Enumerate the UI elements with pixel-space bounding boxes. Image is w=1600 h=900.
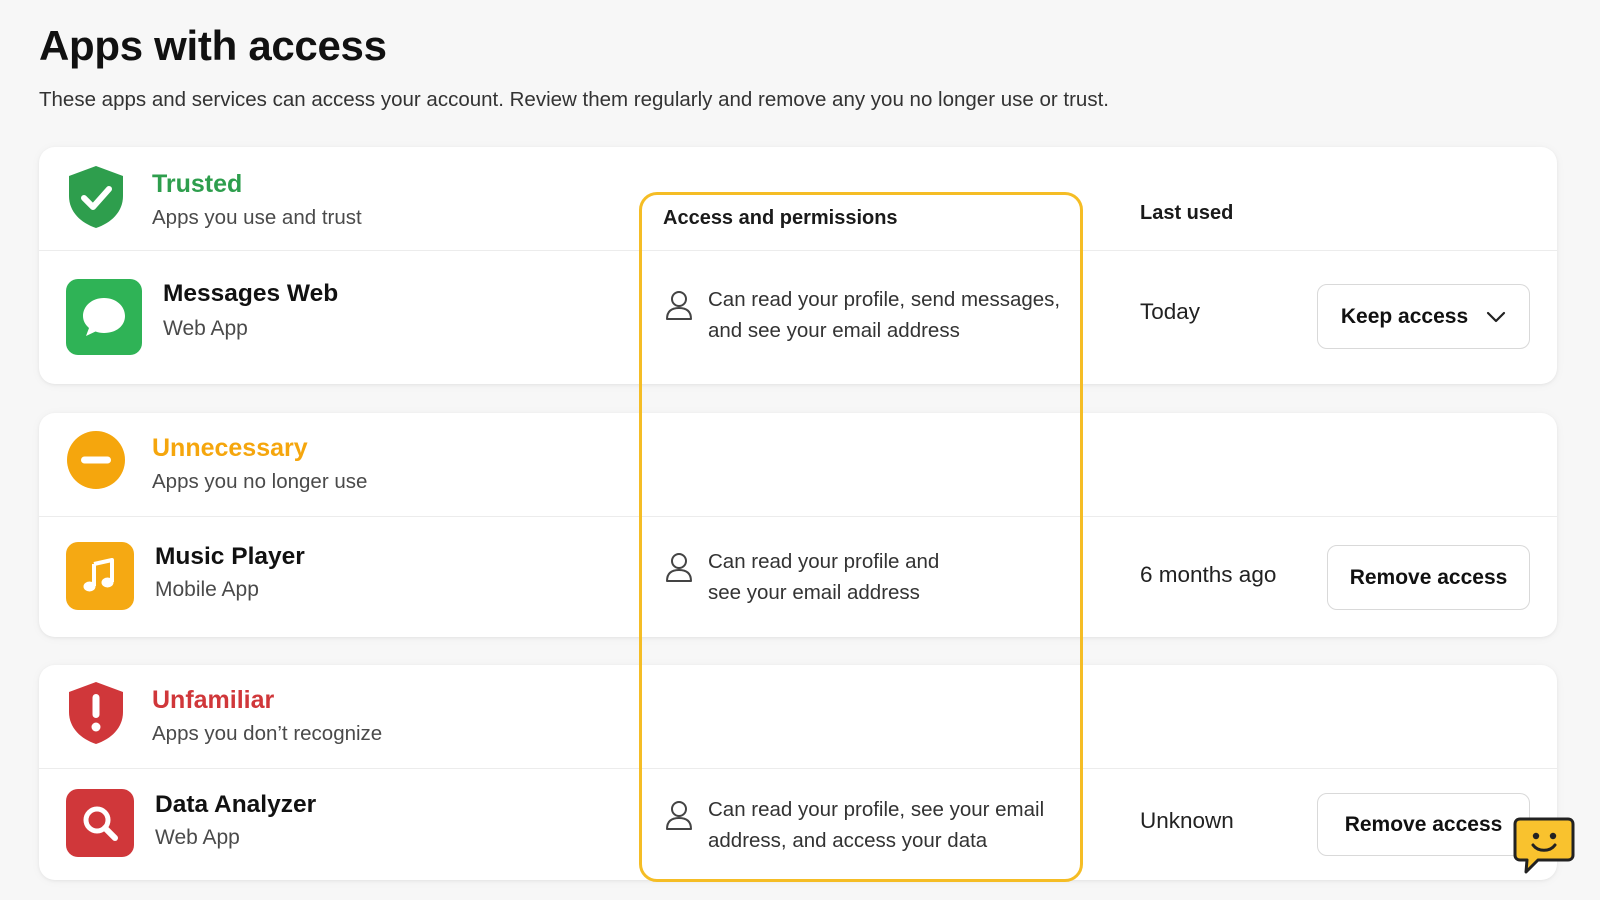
app-type: Web App <box>163 317 248 340</box>
app-name: Messages Web <box>163 280 339 307</box>
category-description-trusted: Apps you use and trust <box>152 206 362 229</box>
remove-access-label: Remove access <box>1349 565 1508 589</box>
remove-access-label: Remove access <box>1344 812 1503 836</box>
unfamiliar-section: Unfamiliar Apps you don’t recognize Data… <box>39 665 1557 880</box>
page-subtitle: These apps and services can access your … <box>39 88 1109 111</box>
keep-access-button[interactable]: Keep access <box>1317 284 1530 349</box>
person-icon <box>666 801 692 830</box>
remove-access-button[interactable]: Remove access <box>1317 793 1530 856</box>
category-title-unfamiliar: Unfamiliar <box>152 686 275 714</box>
permissions-text: Can read your profile and see your email… <box>708 550 940 604</box>
column-header-permissions: Access and permissions <box>663 207 898 229</box>
chat-bubble-icon <box>66 279 142 355</box>
smiley-chat-icon[interactable] <box>1512 815 1576 877</box>
category-description-unfamiliar: Apps you don’t recognize <box>152 722 383 745</box>
unnecessary-header: Unnecessary Apps you no longer use <box>39 413 1557 517</box>
app-row-music-player: Music Player Mobile App Can read your pr… <box>39 517 1557 637</box>
category-title-trusted: Trusted <box>152 170 243 198</box>
music-note-icon <box>66 542 134 610</box>
magnifier-icon <box>66 789 134 857</box>
category-description-unnecessary: Apps you no longer use <box>152 470 368 493</box>
column-header-last-used: Last used <box>1140 202 1234 224</box>
trusted-section: Trusted Apps you use and trust Access an… <box>39 147 1557 384</box>
category-title-unnecessary: Unnecessary <box>152 434 308 462</box>
shield-alert-icon <box>69 682 123 744</box>
person-icon <box>666 291 692 320</box>
app-row-data-analyzer: Data Analyzer Web App Can read your prof… <box>39 769 1557 879</box>
last-used-value: Unknown <box>1140 808 1234 833</box>
unnecessary-section: Unnecessary Apps you no longer use Music… <box>39 413 1557 637</box>
app-name: Music Player <box>155 543 305 570</box>
unfamiliar-header: Unfamiliar Apps you don’t recognize <box>39 665 1557 769</box>
trusted-header: Trusted Apps you use and trust Access an… <box>39 147 1557 251</box>
last-used-value: 6 months ago <box>1140 562 1277 587</box>
remove-access-button[interactable]: Remove access <box>1327 545 1530 610</box>
page-title: Apps with access <box>39 22 387 69</box>
permissions-text: Can read your profile, see your email ad… <box>708 798 1045 852</box>
person-icon <box>666 553 692 582</box>
minus-circle-icon <box>67 431 125 489</box>
app-row-messages-web: Messages Web Web App Can read your profi… <box>39 251 1557 384</box>
permissions-text: Can read your profile, send messages, an… <box>708 288 1061 342</box>
last-used-value: Today <box>1140 299 1201 324</box>
keep-access-label: Keep access <box>1340 304 1469 328</box>
app-name: Data Analyzer <box>155 791 317 818</box>
chevron-down-icon <box>1487 311 1506 322</box>
app-type: Mobile App <box>155 578 259 601</box>
app-type: Web App <box>155 826 240 849</box>
shield-check-icon <box>69 166 123 228</box>
